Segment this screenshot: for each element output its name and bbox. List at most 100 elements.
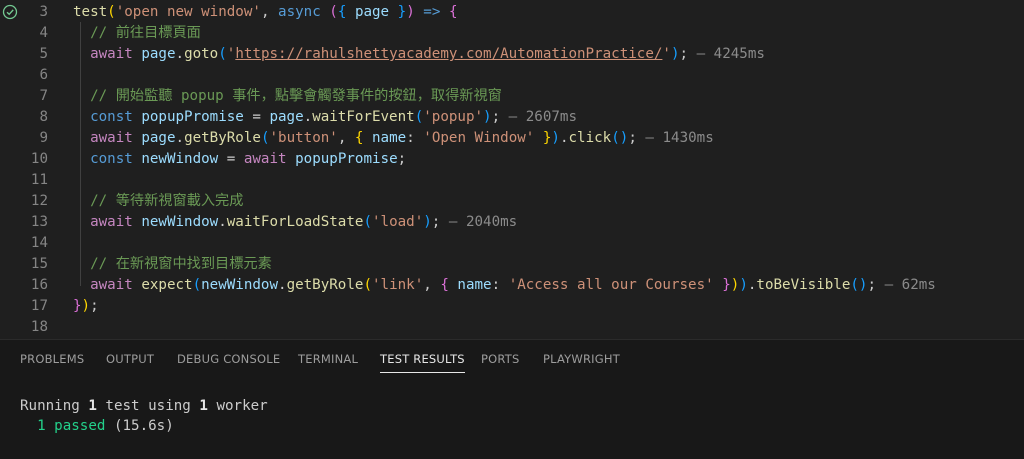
code-text: // 在新視窗中找到目標元素 [73, 253, 272, 275]
code-token: ( [363, 214, 372, 230]
code-line: 13 await newWindow.waitForLoadState('loa… [0, 211, 1024, 233]
tab-debug-console[interactable]: DEBUG CONSOLE [177, 340, 280, 378]
code-token: } [534, 130, 552, 146]
code-token: : [491, 277, 509, 293]
code-token: ) [483, 109, 492, 125]
code-token: ; [628, 130, 637, 146]
code-token: newWindow [141, 151, 219, 167]
code-token: . [559, 130, 569, 146]
code-token: newWindow [141, 214, 219, 230]
code-text: // 前往目標頁面 [73, 22, 201, 44]
code-token: { [354, 130, 373, 146]
tab-terminal[interactable]: TERMINAL [298, 340, 358, 378]
code-token: ; [397, 151, 407, 167]
code-token: await [73, 46, 133, 62]
code-token: await [243, 151, 287, 167]
bottom-panel: PROBLEMS OUTPUT DEBUG CONSOLE TERMINAL T… [0, 339, 1024, 459]
code-line: 7 // 開始監聽 popup 事件，點擊會觸發事件的按鈕，取得新視窗 [0, 85, 1024, 107]
code-text: await newWindow.waitForLoadState('load')… [73, 211, 517, 233]
code-token: = [218, 151, 244, 167]
code-token: page [141, 46, 176, 62]
code-line: 9 await page.getByRole('button', { name:… [0, 127, 1024, 149]
code-token: await [73, 214, 133, 230]
check-circle-icon[interactable] [2, 4, 18, 20]
line-number: 11 [30, 172, 48, 188]
line-number: 4 [39, 25, 48, 41]
code-token: — 2607ms [500, 109, 577, 125]
tab-ports[interactable]: PORTS [481, 340, 519, 378]
running-suffix: worker [207, 398, 268, 414]
code-token: // 在新視窗中找到目標元素 [73, 256, 272, 272]
test-duration: (15.6s) [105, 418, 174, 434]
code-token: await [73, 277, 133, 293]
code-text: // 開始監聽 popup 事件，點擊會觸發事件的按鈕，取得新視窗 [73, 85, 502, 107]
code-token: ; [679, 46, 689, 62]
line-number: 10 [30, 151, 48, 167]
code-token: ( [363, 277, 372, 293]
code-token: 'open new window' [115, 4, 261, 20]
code-token: goto [184, 46, 219, 62]
line-number: 14 [30, 235, 48, 251]
tab-problems[interactable]: PROBLEMS [20, 340, 84, 378]
code-token[interactable]: https://rahulshettyacademy.com/Automatio… [235, 46, 662, 62]
tab-test-results[interactable]: TEST RESULTS [380, 340, 465, 378]
code-token: , [423, 277, 441, 293]
code-token: — 2040ms [440, 214, 518, 230]
code-token: toBeVisible [756, 277, 851, 293]
code-token: test [73, 4, 108, 20]
running-count: 1 [88, 398, 97, 414]
code-token: expect [141, 277, 193, 293]
code-token: — 1430ms [636, 130, 714, 146]
code-text: const popupPromise = page.waitForEvent('… [73, 106, 577, 128]
code-token: : [406, 130, 424, 146]
code-token: getByRole [286, 277, 364, 293]
code-line: 12 // 等待新視窗載入完成 [0, 190, 1024, 212]
code-token: , [260, 4, 279, 20]
code-text: await page.goto('https://rahulshettyacad… [73, 43, 765, 65]
code-editor[interactable]: 3 test('open new window', async ({ page }… [0, 0, 1024, 339]
code-token: name [457, 277, 492, 293]
line-number: 12 [30, 193, 48, 209]
tab-playwright[interactable]: PLAYWRIGHT [543, 340, 620, 378]
line-number: 3 [39, 4, 48, 20]
code-line: 3 test('open new window', async ({ page }… [0, 1, 1024, 23]
code-token: ( [192, 277, 202, 293]
code-token: page [269, 109, 304, 125]
code-token: waitForEvent [312, 109, 415, 125]
code-token: — 4245ms [688, 46, 765, 62]
code-token: ) [406, 4, 415, 20]
line-number: 9 [39, 130, 48, 146]
code-token: { [440, 277, 458, 293]
code-line: 4 // 前往目標頁面 [0, 22, 1024, 44]
code-token: } [389, 4, 407, 20]
code-text: // 等待新視窗載入完成 [73, 190, 243, 212]
line-number: 6 [39, 67, 48, 83]
code-token: 'link' [371, 277, 424, 293]
code-token: . [278, 277, 287, 293]
code-token: 'Open Window' [423, 130, 535, 146]
code-token: { [448, 4, 458, 20]
code-token: popupPromise [295, 151, 398, 167]
code-token: ) [739, 277, 748, 293]
code-token: popupPromise [141, 109, 244, 125]
running-mid: test using [96, 398, 200, 414]
code-token: () [850, 277, 868, 293]
tab-output[interactable]: OUTPUT [106, 340, 154, 378]
code-token: . [175, 130, 185, 146]
code-text: test('open new window', async ({ page })… [73, 1, 457, 23]
code-token: const [73, 151, 133, 167]
running-prefix: Running [20, 398, 89, 414]
code-token: waitForLoadState [226, 214, 364, 230]
code-text: await expect(newWindow.getByRole('link',… [73, 274, 936, 296]
code-token: ( [329, 4, 338, 20]
code-token: newWindow [201, 277, 279, 293]
code-token: => [423, 4, 441, 20]
code-token: ( [107, 4, 116, 20]
result-line: 1 passed (15.6s) [20, 416, 174, 436]
code-line: 11 [0, 169, 1024, 191]
line-number: 13 [30, 214, 48, 230]
code-token: await [73, 130, 133, 146]
